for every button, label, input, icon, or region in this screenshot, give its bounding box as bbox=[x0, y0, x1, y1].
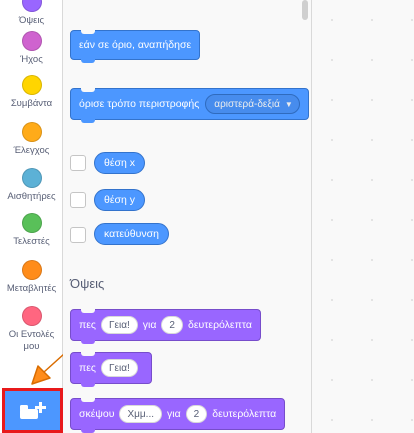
block-text: για bbox=[167, 408, 181, 420]
message-input[interactable]: Γεια! bbox=[101, 359, 138, 377]
block-text: σκέψου bbox=[79, 408, 115, 420]
block-text: πες bbox=[79, 362, 96, 374]
direction-checkbox[interactable] bbox=[70, 227, 86, 243]
block-text: για bbox=[142, 319, 157, 331]
direction-reporter[interactable]: κατεύθυνση bbox=[94, 223, 169, 245]
category-label: Ήχος bbox=[20, 54, 43, 65]
block-text: όρισε τρόπο περιστροφής bbox=[79, 98, 200, 110]
palette-scrollbar[interactable] bbox=[302, 0, 308, 20]
events-color-dot bbox=[21, 75, 42, 95]
category-looks[interactable]: Όψεις bbox=[0, 0, 63, 27]
category-label: Έλεγχος bbox=[13, 145, 50, 156]
add-extension-icon bbox=[19, 401, 46, 419]
category-label: Αισθητήρες bbox=[7, 191, 56, 202]
message-input[interactable]: Χμμ... bbox=[119, 405, 163, 423]
block-text: δευτερόλεπτα bbox=[187, 319, 252, 331]
script-workspace[interactable] bbox=[312, 0, 414, 433]
dropdown-value: αριστερά-δεξιά bbox=[214, 98, 280, 110]
seconds-input[interactable]: 2 bbox=[161, 316, 183, 334]
block-text: εάν σε όριο, αναπήδησε bbox=[79, 39, 192, 51]
x-position-reporter[interactable]: θέση x bbox=[94, 152, 146, 174]
sound-color-dot bbox=[21, 31, 42, 51]
block-text: πες bbox=[79, 319, 96, 331]
pointer-arrow-icon bbox=[31, 353, 65, 385]
category-label: Μεταβλητές bbox=[6, 283, 57, 294]
rotation-style-dropdown[interactable]: αριστερά-δεξιά ▼ bbox=[205, 94, 300, 114]
control-color-dot bbox=[21, 122, 42, 142]
category-sensing[interactable]: Αισθητήρες bbox=[0, 168, 63, 203]
block-text: δευτερόλεπτα bbox=[212, 408, 277, 420]
seconds-input[interactable]: 2 bbox=[185, 405, 208, 423]
think-for-secs-block[interactable]: σκέψου Χμμ... για 2 δευτερόλεπτα bbox=[70, 398, 286, 433]
say-for-secs-block[interactable]: πες Γεια! για 2 δευτερόλεπτα bbox=[70, 309, 261, 344]
category-events[interactable]: Συμβάντα bbox=[0, 75, 63, 110]
say-block[interactable]: πες Γεια! bbox=[70, 352, 152, 387]
caret-down-icon: ▼ bbox=[284, 99, 293, 109]
y-position-reporter[interactable]: θέση y bbox=[94, 189, 146, 211]
x-position-checkbox[interactable] bbox=[70, 155, 86, 171]
myblocks-color-dot bbox=[21, 306, 42, 326]
reporter-text: θέση y bbox=[104, 194, 136, 206]
category-variables[interactable]: Μεταβλητές bbox=[0, 260, 63, 295]
operators-color-dot bbox=[21, 213, 42, 233]
add-extension-button[interactable] bbox=[2, 388, 63, 433]
looks-section-title: Όψεις bbox=[70, 276, 105, 291]
variables-color-dot bbox=[21, 260, 42, 280]
set-rotation-style-block[interactable]: όρισε τρόπο περιστροφής αριστερά-δεξιά ▼ bbox=[70, 88, 309, 123]
bounce-on-edge-block[interactable]: εάν σε όριο, αναπήδησε bbox=[70, 30, 201, 63]
category-sound[interactable]: Ήχος bbox=[0, 31, 63, 66]
reporter-text: κατεύθυνση bbox=[104, 228, 159, 240]
category-label: Όψεις bbox=[18, 15, 45, 26]
category-operators[interactable]: Τελεστές bbox=[0, 213, 63, 248]
sensing-color-dot bbox=[21, 168, 42, 188]
looks-color-dot bbox=[21, 0, 42, 12]
category-label: Συμβάντα bbox=[10, 98, 53, 109]
message-input[interactable]: Γεια! bbox=[101, 316, 138, 334]
category-myblocks[interactable]: Οι Εντολές μου bbox=[0, 306, 63, 353]
y-position-checkbox[interactable] bbox=[70, 192, 86, 208]
category-label: Τελεστές bbox=[13, 236, 50, 247]
category-control[interactable]: Έλεγχος bbox=[0, 122, 63, 157]
reporter-text: θέση x bbox=[104, 157, 136, 169]
